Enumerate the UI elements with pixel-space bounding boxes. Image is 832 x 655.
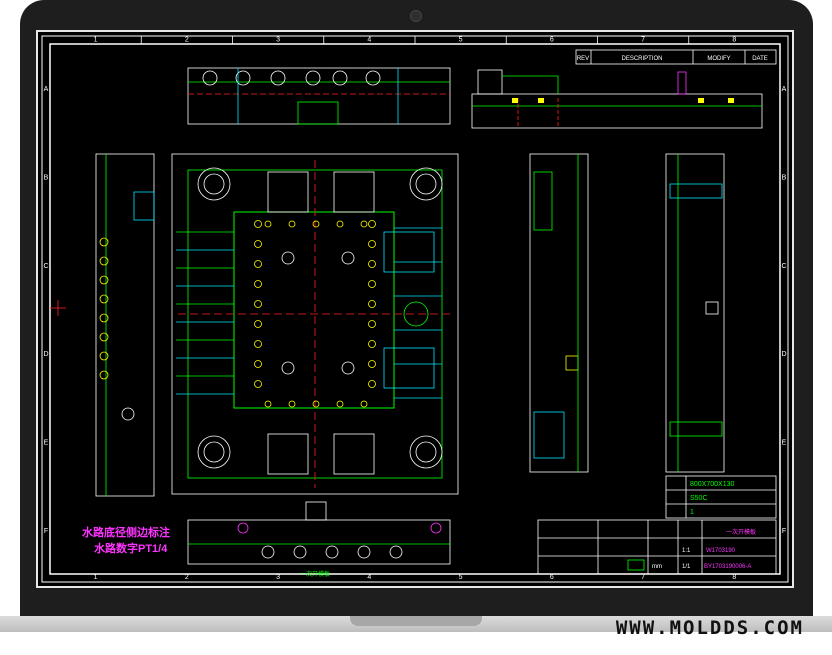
row-label: C xyxy=(781,263,786,270)
rev-header-modify: MODIFY xyxy=(707,56,730,62)
note-line-2: 水路数字PT1/4 xyxy=(94,541,168,555)
column-label: 3 xyxy=(276,37,280,44)
main-plate-view xyxy=(171,153,459,495)
title-unit: mm xyxy=(652,564,662,570)
rev-header-date: DATE xyxy=(752,56,768,62)
column-label: 4 xyxy=(367,574,371,581)
row-label: B xyxy=(782,175,787,182)
title-scale: 1:1 xyxy=(682,548,691,554)
column-label: 6 xyxy=(550,574,554,581)
revision-table: REV DESCRIPTION MODIFY DATE xyxy=(575,49,777,65)
row-label: C xyxy=(43,263,48,270)
top-section-view xyxy=(187,67,451,125)
column-label: 4 xyxy=(367,37,371,44)
bottom-view-label: 一次开模板 xyxy=(300,570,330,578)
row-label: E xyxy=(44,440,49,447)
row-label: F xyxy=(44,528,48,535)
column-label: 5 xyxy=(459,574,463,581)
column-label: 8 xyxy=(732,574,736,581)
info-quantity: 1 xyxy=(690,509,694,516)
water-line-notes: 水路底径侧边标注 水路数字PT1/4 xyxy=(82,525,170,555)
right-section-view-a xyxy=(529,153,589,473)
column-label: 5 xyxy=(459,37,463,44)
rev-header-rev: REV xyxy=(577,56,589,62)
column-label: 7 xyxy=(641,574,645,581)
title-part-no: BY1703190006-A xyxy=(704,564,751,570)
bottom-section-view: 一次开模板 xyxy=(187,501,451,578)
row-label: A xyxy=(782,86,787,93)
cad-screen[interactable]: 1 1 2 2 3 3 4 4 5 5 6 6 7 7 8 8 A A B B C C D D E E F F REV DESCRI… xyxy=(36,30,794,588)
camera-icon xyxy=(410,10,422,22)
row-label: F xyxy=(782,528,786,535)
column-label: 1 xyxy=(94,574,98,581)
top-right-section-view xyxy=(471,69,763,129)
info-size: 800X700X130 xyxy=(690,481,734,488)
right-section-view-b xyxy=(665,153,725,473)
row-label: E xyxy=(782,440,787,447)
column-label: 1 xyxy=(94,37,98,44)
center-cross-icon xyxy=(50,300,66,316)
column-label: 8 xyxy=(732,37,736,44)
column-label: 2 xyxy=(185,37,189,44)
column-label: 2 xyxy=(185,574,189,581)
title-block: 一次开模板 W1703190 BY1703190006-A 1:1 1/1 mm xyxy=(537,519,777,575)
title-drawing-no: W1703190 xyxy=(706,548,736,554)
row-label: A xyxy=(44,86,49,93)
column-label: 7 xyxy=(641,37,645,44)
laptop-notch xyxy=(350,616,482,626)
column-labels: 1 1 2 2 3 3 4 4 5 5 6 6 7 7 8 8 xyxy=(94,36,736,581)
site-watermark: WWW.MOLDDS.COM xyxy=(615,617,804,639)
material-info-table: 800X700X130 S50C 1 xyxy=(665,475,777,519)
row-labels: A A B B C C D D E E F F xyxy=(43,86,786,535)
column-label: 3 xyxy=(276,574,280,581)
row-label: B xyxy=(44,175,49,182)
column-label: 6 xyxy=(550,37,554,44)
row-label: D xyxy=(781,351,786,358)
rev-header-description: DESCRIPTION xyxy=(621,56,662,62)
left-side-view xyxy=(95,153,155,497)
info-material: S50C xyxy=(690,495,708,502)
note-line-1: 水路底径侧边标注 xyxy=(82,525,170,539)
row-label: D xyxy=(43,351,48,358)
title-sheet: 1/1 xyxy=(682,564,691,570)
title-part-name: 一次开模板 xyxy=(726,528,756,536)
